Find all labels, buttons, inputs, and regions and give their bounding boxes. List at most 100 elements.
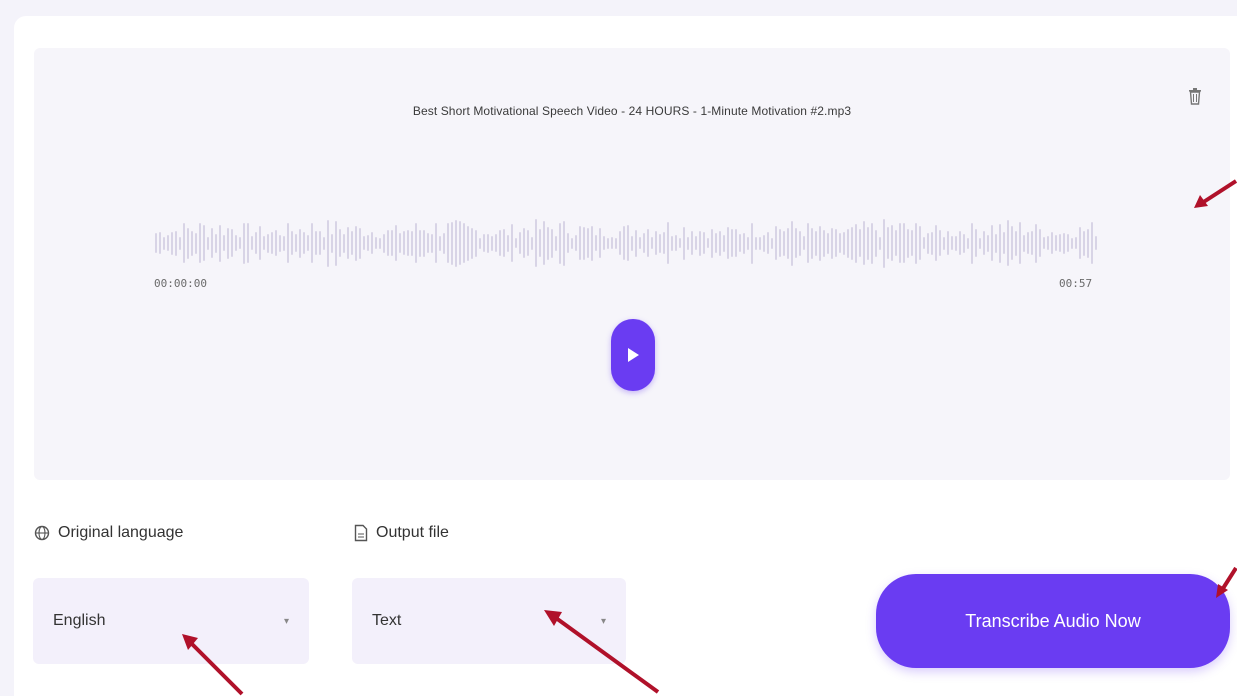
waveform-bar <box>311 223 313 263</box>
file-icon <box>354 524 368 542</box>
waveform-bar <box>811 227 813 259</box>
waveform-bar <box>283 235 285 251</box>
waveform-bar <box>819 225 821 261</box>
waveform-bar <box>579 226 581 260</box>
total-duration: 00:57 <box>1059 277 1093 290</box>
waveform-bar <box>1091 222 1093 264</box>
waveform-bar <box>847 228 849 258</box>
transcribe-audio-button[interactable]: Transcribe Audio Now <box>876 574 1230 668</box>
waveform-bar <box>571 237 573 249</box>
chevron-down-icon: ▾ <box>600 615 606 627</box>
waveform-bar <box>467 225 469 261</box>
waveform-bar <box>567 233 569 253</box>
audio-waveform[interactable] <box>155 216 1100 270</box>
waveform-bar <box>979 237 981 249</box>
waveform-bar <box>995 233 997 253</box>
waveform-bar <box>563 220 565 266</box>
waveform-bar <box>583 226 585 260</box>
waveform-bar <box>919 226 921 260</box>
waveform-bar <box>1015 230 1017 256</box>
waveform-bar <box>1003 232 1005 254</box>
output-format-select-value: Text <box>372 612 402 629</box>
waveform-bar <box>455 219 457 267</box>
waveform-bar <box>543 221 545 265</box>
waveform-bar <box>247 223 249 263</box>
waveform-bar <box>767 232 769 254</box>
waveform-bar <box>1007 220 1009 266</box>
waveform-bar <box>923 237 925 249</box>
waveform-bar <box>435 223 437 263</box>
waveform-bar <box>655 231 657 255</box>
waveform-bar <box>427 233 429 253</box>
waveform-bar <box>535 219 537 267</box>
waveform-bar <box>331 233 333 253</box>
waveform-bar <box>1051 232 1053 254</box>
waveform-bar <box>263 236 265 250</box>
waveform-bar <box>443 232 445 254</box>
waveform-bar <box>423 229 425 257</box>
waveform-bar <box>615 237 617 249</box>
waveform-bar <box>343 233 345 253</box>
waveform-bar <box>915 222 917 264</box>
waveform-bar <box>447 223 449 263</box>
waveform-bar <box>711 228 713 258</box>
waveform-bar <box>791 220 793 266</box>
waveform-bar <box>1011 226 1013 260</box>
waveform-bar <box>699 230 701 256</box>
waveform-bar <box>1047 236 1049 250</box>
waveform-bar <box>451 221 453 265</box>
waveform-bar <box>747 236 749 250</box>
waveform-bar <box>1035 223 1037 263</box>
waveform-bar <box>387 230 389 256</box>
waveform-bar <box>691 231 693 255</box>
waveform-bar <box>155 233 157 253</box>
waveform-bar <box>475 229 477 257</box>
waveform-bar <box>279 234 281 252</box>
waveform-bar <box>1067 234 1069 252</box>
waveform-bar <box>743 232 745 254</box>
waveform-bar <box>303 232 305 254</box>
waveform-bar <box>367 235 369 251</box>
waveform-bar <box>887 227 889 259</box>
waveform-bar <box>243 222 245 264</box>
play-button[interactable] <box>611 319 655 391</box>
waveform-bar <box>735 229 737 257</box>
waveform-bar <box>715 233 717 253</box>
waveform-bar <box>675 235 677 251</box>
waveform-bar <box>351 231 353 255</box>
waveform-bar <box>871 222 873 264</box>
waveform-bar <box>1031 231 1033 255</box>
waveform-bar <box>207 236 209 250</box>
waveform-bar <box>795 228 797 258</box>
waveform-bar <box>763 234 765 252</box>
waveform-bar <box>703 232 705 254</box>
waveform-bar <box>407 230 409 256</box>
waveform-bar <box>411 230 413 256</box>
waveform-bar <box>487 233 489 253</box>
waveform-bar <box>855 223 857 263</box>
output-file-label: Output file <box>354 524 449 542</box>
waveform-bar <box>971 222 973 264</box>
waveform-bar <box>1071 237 1073 249</box>
waveform-bar <box>963 233 965 253</box>
transcriber-card: 00:00:00 00:57 Best Short Motivational S… <box>14 16 1237 696</box>
waveform-bar <box>271 232 273 254</box>
waveform-bar <box>643 233 645 253</box>
waveform-bar <box>619 231 621 255</box>
waveform-bar <box>587 228 589 258</box>
waveform-bar <box>1023 234 1025 252</box>
waveform-bar <box>635 229 637 257</box>
waveform-bar <box>231 229 233 257</box>
output-format-select[interactable]: Text ▾ <box>352 578 626 664</box>
waveform-bar <box>863 221 865 265</box>
waveform-bar <box>891 225 893 261</box>
language-select-value: English <box>53 612 106 629</box>
waveform-bar <box>1095 236 1097 250</box>
waveform-bar <box>591 225 593 261</box>
waveform-bar <box>1075 237 1077 249</box>
language-select[interactable]: English ▾ <box>33 578 309 664</box>
waveform-bar <box>935 225 937 261</box>
waveform-bar <box>523 228 525 258</box>
waveform-bar <box>299 228 301 258</box>
waveform-bar <box>191 230 193 256</box>
